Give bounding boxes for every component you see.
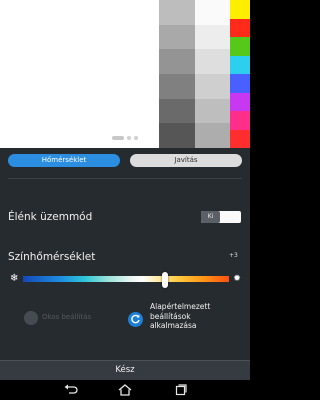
tab-temperature[interactable]: Hőmérséklet (8, 154, 120, 167)
done-button[interactable]: Kész (0, 360, 250, 380)
display-settings-panel: Hőmérséklet Javítás Élénk üzemmód Ki Szí… (0, 148, 250, 360)
color-swatch-6 (230, 111, 250, 130)
light-gray-swatch-3 (195, 74, 230, 99)
color-swatch-column (230, 0, 250, 148)
gray-swatch-5 (159, 123, 195, 148)
toggle-knob: Ki (201, 211, 220, 223)
slider-thumb[interactable] (162, 272, 169, 288)
slider-track[interactable] (23, 272, 229, 288)
vivid-mode-label: Élénk üzemmód (8, 211, 93, 223)
color-swatch-0 (230, 0, 250, 19)
refresh-icon (128, 312, 143, 327)
light-gray-swatch-2 (195, 49, 230, 75)
divider (8, 178, 242, 179)
page-indicator (112, 136, 138, 140)
smart-setting-button[interactable]: Okos beállítás (24, 309, 114, 327)
tab-bar: Hőmérséklet Javítás (0, 148, 250, 178)
back-icon[interactable] (61, 382, 81, 398)
gray-swatch-column-1 (159, 0, 195, 148)
light-gray-swatch-5 (195, 123, 230, 148)
preview-area (0, 0, 250, 148)
smart-setting-label: Okos beállítás (42, 313, 92, 321)
color-swatch-4 (230, 74, 250, 93)
home-icon[interactable] (115, 382, 135, 398)
gray-swatch-4 (159, 98, 195, 124)
page-dot (134, 136, 138, 140)
color-swatch-5 (230, 92, 250, 111)
page-dot (127, 136, 131, 140)
color-swatch-2 (230, 37, 250, 56)
color-swatches (159, 0, 250, 148)
recent-apps-icon[interactable] (170, 382, 190, 398)
color-temperature-label: Színhőmérséklet (8, 251, 96, 263)
color-swatch-7 (230, 129, 250, 148)
snowflake-icon: ❄ (10, 273, 19, 284)
color-temperature-value: +3 (229, 252, 238, 259)
done-label: Kész (115, 365, 135, 375)
gray-swatch-1 (159, 24, 195, 50)
gray-swatch-0 (159, 0, 195, 25)
color-temperature-slider[interactable]: ❄ ✹ (10, 271, 242, 288)
gray-swatch-2 (159, 49, 195, 75)
navigation-bar (0, 380, 250, 400)
gray-swatch-column-2 (195, 0, 230, 148)
smart-setting-icon (24, 311, 38, 325)
light-gray-swatch-1 (195, 24, 230, 50)
vivid-mode-toggle[interactable]: Ki (201, 211, 241, 223)
apply-defaults-label: Alapértelmezett beállítások alkalmazása (150, 302, 211, 330)
apply-defaults-button[interactable]: Alapértelmezett beállítások alkalmazása (128, 302, 238, 338)
light-gray-swatch-4 (195, 98, 230, 124)
sun-icon: ✹ (233, 274, 241, 284)
tab-correction[interactable]: Javítás (130, 154, 242, 167)
color-swatch-3 (230, 55, 250, 74)
page-dot (112, 136, 124, 140)
color-swatch-1 (230, 18, 250, 37)
gray-swatch-3 (159, 74, 195, 99)
light-gray-swatch-0 (195, 0, 230, 25)
